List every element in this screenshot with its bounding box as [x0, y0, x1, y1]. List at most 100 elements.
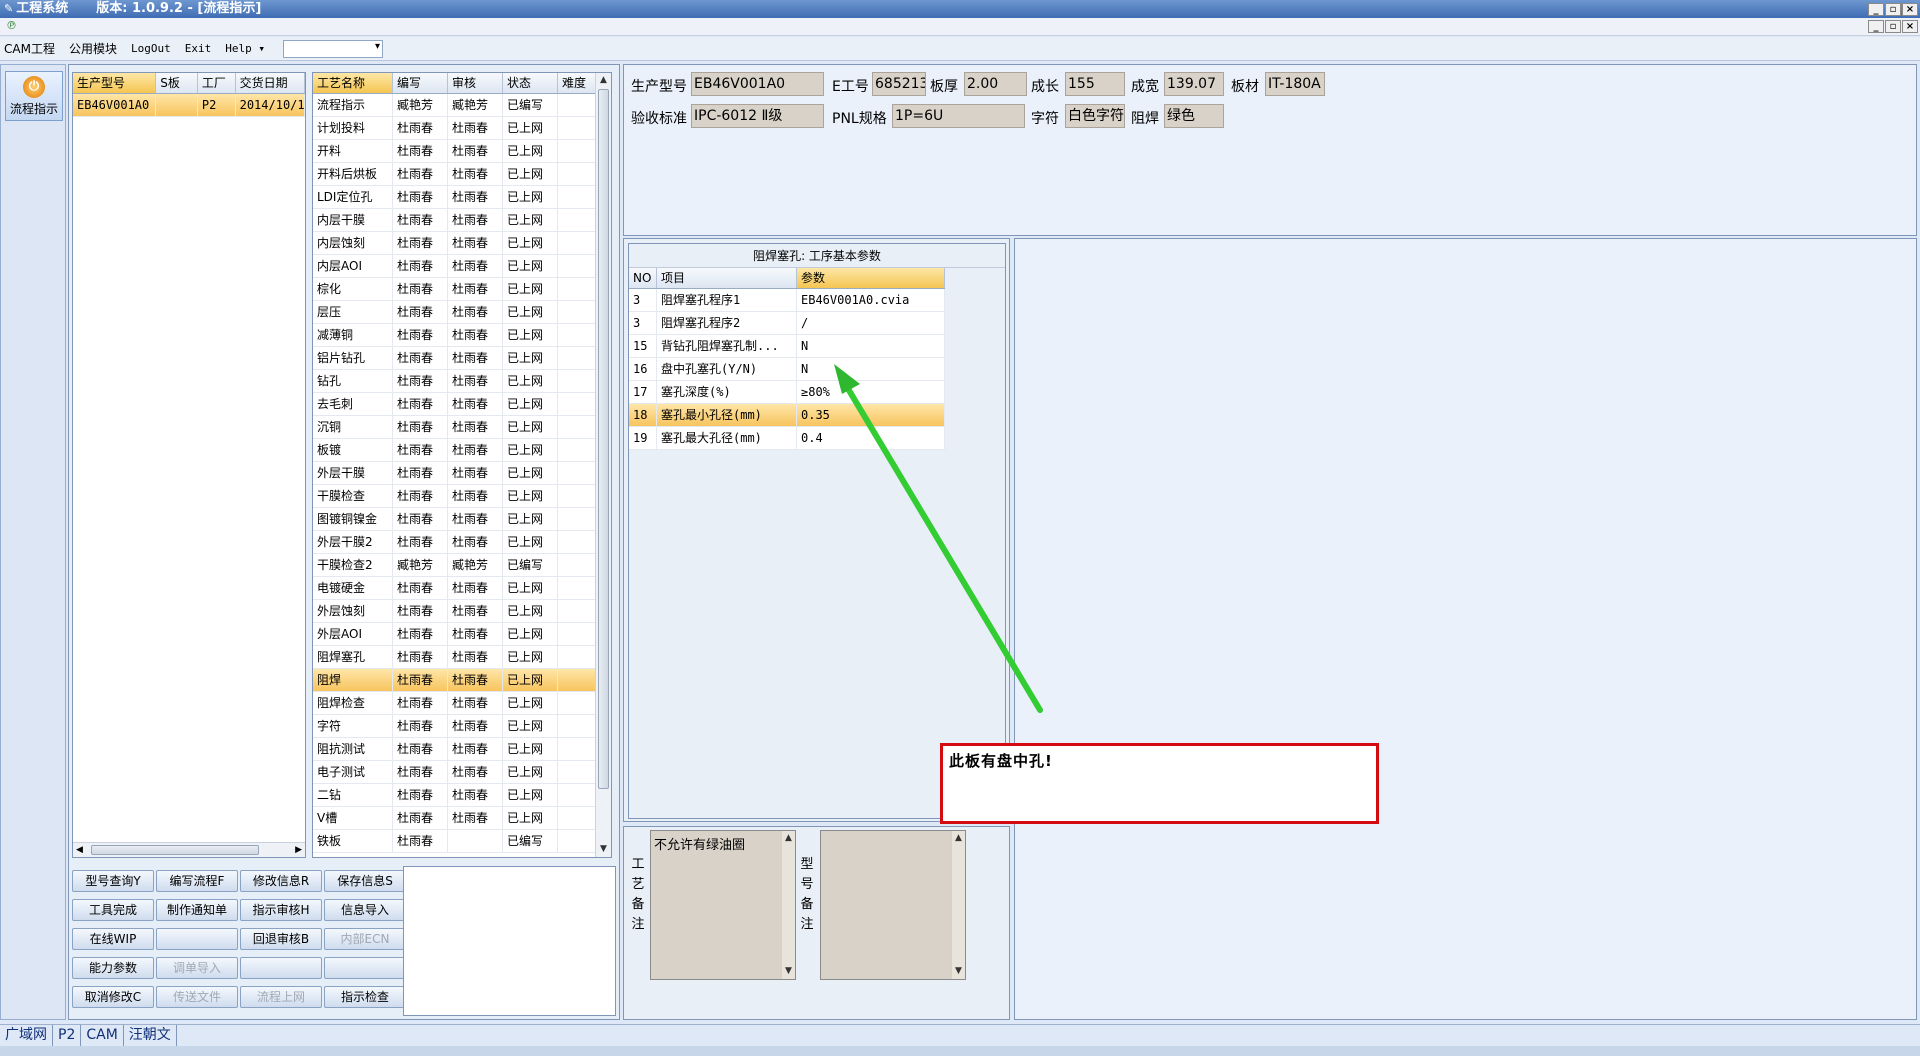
table-row[interactable]: 内层干膜 杜雨春 杜雨春 已上网	[313, 209, 611, 232]
table-row[interactable]: 电子测试 杜雨春 杜雨春 已上网	[313, 761, 611, 784]
table-row[interactable]: 外层干膜2 杜雨春 杜雨春 已上网	[313, 531, 611, 554]
process-instruction-button[interactable]: ⏻ 流程指示	[5, 71, 63, 121]
scroll-down-icon[interactable]: ▼	[782, 964, 795, 979]
table-row[interactable]: 外层AOI 杜雨春 杜雨春 已上网	[313, 623, 611, 646]
col-header[interactable]: 项目	[657, 268, 797, 288]
vertical-scrollbar[interactable]: ▲ ▼	[595, 73, 611, 857]
col-header[interactable]: S板	[156, 73, 198, 93]
menu-logout[interactable]: LogOut	[131, 42, 171, 55]
remark-scrollbar[interactable]: ▲ ▼	[781, 831, 795, 979]
mdi-restore-button[interactable]: ▫	[1885, 20, 1901, 33]
table-row[interactable]: 干膜检查2 臧艳芳 臧艳芳 已编写	[313, 554, 611, 577]
table-row[interactable]: 开料后烘板 杜雨春 杜雨春 已上网	[313, 163, 611, 186]
table-row[interactable]: 阻焊检查 杜雨春 杜雨春 已上网	[313, 692, 611, 715]
table-row[interactable]: LDI定位孔 杜雨春 杜雨春 已上网	[313, 186, 611, 209]
table-row[interactable]: 沉铜 杜雨春 杜雨春 已上网	[313, 416, 611, 439]
action-button[interactable]: 信息导入	[324, 899, 406, 921]
action-button[interactable]: 在线WIP	[72, 928, 154, 950]
table-row[interactable]: 阻焊 杜雨春 杜雨春 已上网	[313, 669, 611, 692]
action-button[interactable]: 内部ECN	[324, 928, 406, 950]
field-thick[interactable]: 2.00	[964, 72, 1027, 96]
mdi-minimize-button[interactable]: _	[1868, 20, 1884, 33]
col-header[interactable]: 工艺名称	[313, 73, 393, 93]
table-row[interactable]: 二钻 杜雨春 杜雨春 已上网	[313, 784, 611, 807]
model-remark-box[interactable]: ▲ ▼	[820, 830, 966, 980]
table-row[interactable]: 层压 杜雨春 杜雨春 已上网	[313, 301, 611, 324]
col-header[interactable]: 难度	[558, 73, 596, 93]
scroll-right-icon[interactable]: ▶	[295, 843, 302, 857]
mdi-close-button[interactable]: ×	[1902, 20, 1918, 33]
scroll-left-icon[interactable]: ◀	[76, 843, 83, 857]
param-row[interactable]: 3 阻焊塞孔程序2/	[629, 312, 945, 335]
col-header[interactable]: 工厂	[198, 73, 236, 93]
menu-cam[interactable]: CAM工程	[4, 40, 55, 57]
table-row[interactable]: 阻抗测试 杜雨春 杜雨春 已上网	[313, 738, 611, 761]
field-char[interactable]: 白色字符	[1065, 104, 1125, 128]
action-button[interactable]: 指示审核H	[240, 899, 322, 921]
action-button[interactable]: 指示检查	[324, 986, 406, 1008]
table-row[interactable]: 字符 杜雨春 杜雨春 已上网	[313, 715, 611, 738]
close-button[interactable]: ×	[1902, 2, 1918, 16]
table-row[interactable]: 开料 杜雨春 杜雨春 已上网	[313, 140, 611, 163]
col-header[interactable]: 审核	[448, 73, 503, 93]
action-button[interactable]	[324, 957, 406, 979]
table-row[interactable]: 钻孔 杜雨春 杜雨春 已上网	[313, 370, 611, 393]
table-row[interactable]: 减薄铜 杜雨春 杜雨春 已上网	[313, 324, 611, 347]
restore-button[interactable]: ▫	[1885, 2, 1901, 16]
field-mat[interactable]: IT-180A	[1265, 72, 1325, 96]
scroll-up-icon[interactable]: ▲	[596, 73, 611, 88]
table-row[interactable]: 图镀铜镍金 杜雨春 杜雨春 已上网	[313, 508, 611, 531]
action-button[interactable]: 制作通知单	[156, 899, 238, 921]
col-header[interactable]: 交货日期	[236, 73, 305, 93]
field-wid[interactable]: 139.07	[1164, 72, 1224, 96]
field-len[interactable]: 155	[1065, 72, 1125, 96]
col-header[interactable]: NO	[629, 268, 657, 288]
table-row[interactable]: 流程指示 臧艳芳 臧艳芳 已编写	[313, 94, 611, 117]
table-row[interactable]: EB46V001A0 P2 2014/10/19	[73, 94, 305, 117]
notes-box[interactable]	[403, 866, 616, 1016]
table-row[interactable]: 电镀硬金 杜雨春 杜雨春 已上网	[313, 577, 611, 600]
horizontal-scrollbar[interactable]: ◀ ▶	[73, 842, 305, 857]
action-button[interactable]: 工具完成	[72, 899, 154, 921]
table-row[interactable]: 计划投料 杜雨春 杜雨春 已上网	[313, 117, 611, 140]
action-button[interactable]: 保存信息S	[324, 870, 406, 892]
field-eno[interactable]: 685213	[872, 72, 926, 96]
table-row[interactable]: 内层AOI 杜雨春 杜雨春 已上网	[313, 255, 611, 278]
craft-remark-box[interactable]: 不允许有绿油圈 ▲ ▼	[650, 830, 796, 980]
param-row[interactable]: 3 阻焊塞孔程序1 EB46V001A0.cvia	[629, 289, 945, 312]
table-row[interactable]: 内层蚀刻 杜雨春 杜雨春 已上网	[313, 232, 611, 255]
table-row[interactable]: 外层干膜 杜雨春 杜雨春 已上网	[313, 462, 611, 485]
field-model[interactable]: EB46V001A0	[691, 72, 824, 96]
action-button[interactable]: 编写流程F	[156, 870, 238, 892]
table-row[interactable]: 去毛刺 杜雨春 杜雨春 已上网	[313, 393, 611, 416]
field-pnl[interactable]: 1P=6U	[892, 104, 1025, 128]
table-row[interactable]: 棕化 杜雨春 杜雨春 已上网	[313, 278, 611, 301]
param-row[interactable]: 15 背钻孔阻焊塞孔制... N	[629, 335, 945, 358]
minimize-button[interactable]: _	[1868, 2, 1884, 16]
scroll-down-icon[interactable]: ▼	[952, 964, 965, 979]
menu-common[interactable]: 公用模块	[69, 40, 117, 57]
scroll-up-icon[interactable]: ▲	[952, 831, 965, 846]
col-header[interactable]: 生产型号	[73, 73, 157, 93]
table-row[interactable]: V槽 杜雨春 杜雨春 已上网	[313, 807, 611, 830]
table-row[interactable]: 干膜检查 杜雨春 杜雨春 已上网	[313, 485, 611, 508]
action-button[interactable]: 传送文件	[156, 986, 238, 1008]
action-button[interactable]: 能力参数	[72, 957, 154, 979]
col-header[interactable]: 参数	[797, 268, 945, 288]
action-button[interactable]: 流程上网	[240, 986, 322, 1008]
table-row[interactable]: 外层蚀刻 杜雨春 杜雨春 已上网	[313, 600, 611, 623]
action-button[interactable]: 调单导入	[156, 957, 238, 979]
action-button[interactable]: 型号查询Y	[72, 870, 154, 892]
table-row[interactable]: 铝片钻孔 杜雨春 杜雨春 已上网	[313, 347, 611, 370]
table-row[interactable]: 铁板 杜雨春 已编写	[313, 830, 611, 853]
action-button[interactable]	[156, 928, 238, 950]
table-row[interactable]: 板镀 杜雨春 杜雨春 已上网	[313, 439, 611, 462]
field-std[interactable]: IPC-6012 Ⅱ级	[691, 104, 824, 128]
scroll-thumb[interactable]	[598, 89, 609, 789]
menu-help[interactable]: Help ▾	[225, 42, 265, 55]
scroll-down-icon[interactable]: ▼	[596, 842, 611, 857]
action-button[interactable]: 修改信息R	[240, 870, 322, 892]
scroll-thumb[interactable]	[91, 845, 259, 855]
col-header[interactable]: 编写	[393, 73, 448, 93]
menu-combo[interactable]	[282, 39, 383, 58]
